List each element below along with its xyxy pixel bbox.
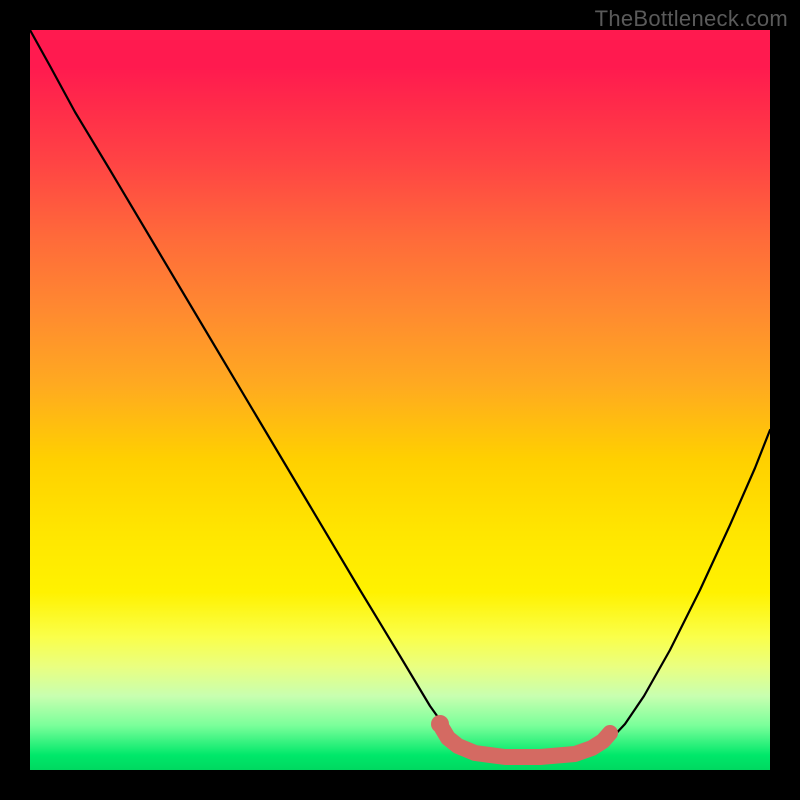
curve-svg bbox=[30, 30, 770, 770]
plot-area bbox=[30, 30, 770, 770]
highlight-band bbox=[442, 728, 610, 757]
chart-container: TheBottleneck.com bbox=[0, 0, 800, 800]
bottleneck-curve bbox=[30, 30, 770, 762]
attribution-label: TheBottleneck.com bbox=[595, 6, 788, 32]
highlight-dot bbox=[431, 715, 449, 733]
